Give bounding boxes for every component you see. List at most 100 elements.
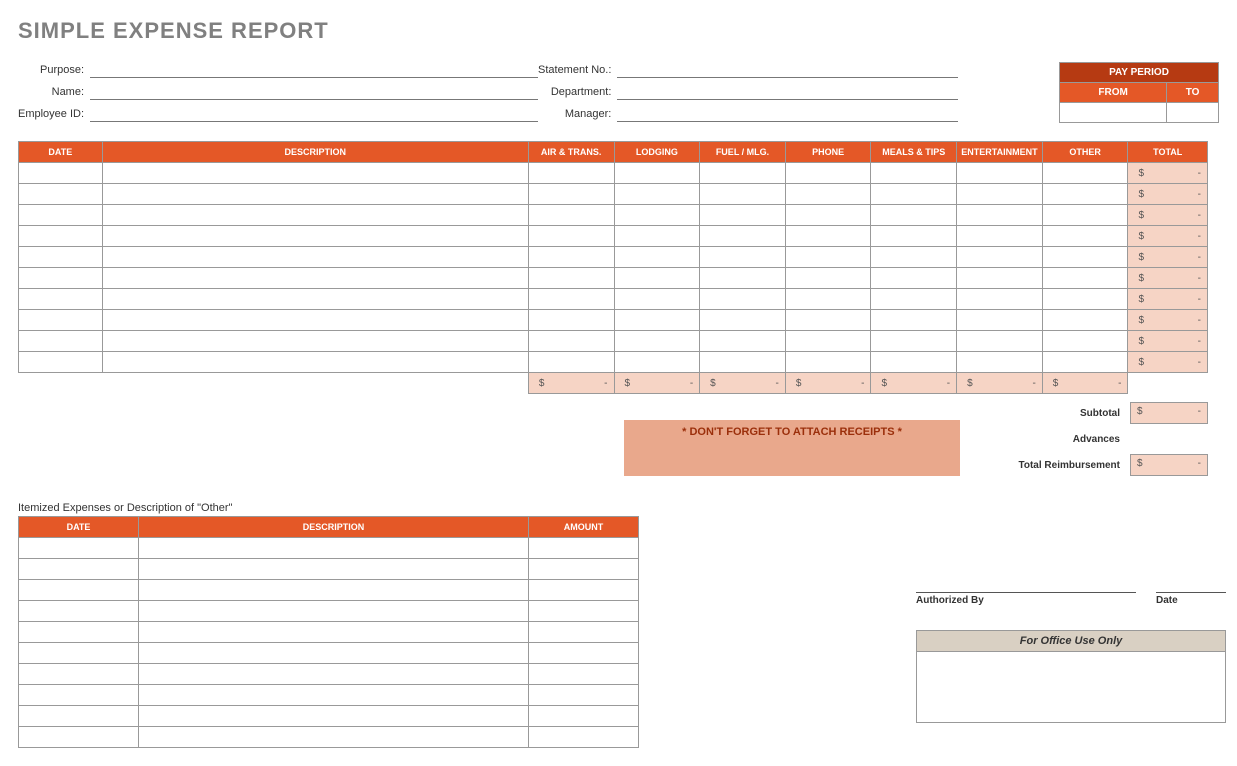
expense-cell[interactable] [528, 331, 614, 352]
expense-cell[interactable] [528, 268, 614, 289]
expense-cell[interactable] [957, 205, 1043, 226]
expense-cell[interactable] [1042, 205, 1128, 226]
itemized-cell[interactable] [529, 643, 639, 664]
itemized-cell[interactable] [139, 538, 529, 559]
expense-cell[interactable] [19, 247, 103, 268]
expense-cell[interactable] [102, 163, 528, 184]
expense-cell[interactable] [614, 289, 700, 310]
expense-cell[interactable] [528, 247, 614, 268]
expense-cell[interactable] [871, 289, 957, 310]
pay-period-to-value[interactable] [1167, 103, 1219, 123]
advances-value[interactable] [1130, 428, 1208, 450]
itemized-cell[interactable] [139, 706, 529, 727]
expense-cell[interactable] [102, 247, 528, 268]
itemized-cell[interactable] [19, 622, 139, 643]
expense-cell[interactable] [528, 205, 614, 226]
expense-cell[interactable] [1042, 352, 1128, 373]
expense-cell[interactable] [19, 163, 103, 184]
itemized-cell[interactable] [139, 559, 529, 580]
expense-cell[interactable] [614, 268, 700, 289]
expense-cell[interactable] [957, 226, 1043, 247]
expense-cell[interactable] [102, 184, 528, 205]
expense-cell[interactable] [700, 226, 786, 247]
itemized-cell[interactable] [529, 706, 639, 727]
expense-cell[interactable] [614, 226, 700, 247]
expense-cell[interactable] [102, 310, 528, 331]
expense-cell[interactable] [700, 268, 786, 289]
itemized-cell[interactable] [529, 580, 639, 601]
itemized-cell[interactable] [19, 727, 139, 748]
itemized-cell[interactable] [139, 664, 529, 685]
expense-cell[interactable] [957, 310, 1043, 331]
expense-cell[interactable] [700, 331, 786, 352]
itemized-cell[interactable] [529, 622, 639, 643]
itemized-cell[interactable] [19, 580, 139, 601]
expense-cell[interactable] [785, 163, 871, 184]
expense-cell[interactable] [19, 289, 103, 310]
expense-cell[interactable] [871, 163, 957, 184]
itemized-cell[interactable] [139, 643, 529, 664]
itemized-cell[interactable] [139, 601, 529, 622]
expense-cell[interactable] [1042, 163, 1128, 184]
expense-cell[interactable] [19, 331, 103, 352]
input-employee-id[interactable] [90, 106, 538, 122]
itemized-cell[interactable] [19, 601, 139, 622]
expense-cell[interactable] [785, 205, 871, 226]
office-use-body[interactable] [917, 652, 1225, 722]
expense-cell[interactable] [102, 268, 528, 289]
itemized-cell[interactable] [19, 643, 139, 664]
expense-cell[interactable] [785, 352, 871, 373]
expense-cell[interactable] [957, 289, 1043, 310]
itemized-cell[interactable] [139, 622, 529, 643]
itemized-cell[interactable] [529, 538, 639, 559]
expense-cell[interactable] [785, 247, 871, 268]
expense-cell[interactable] [19, 226, 103, 247]
expense-cell[interactable] [871, 184, 957, 205]
expense-cell[interactable] [102, 205, 528, 226]
expense-cell[interactable] [700, 247, 786, 268]
expense-cell[interactable] [871, 310, 957, 331]
expense-cell[interactable] [1042, 247, 1128, 268]
pay-period-from-value[interactable] [1060, 103, 1167, 123]
expense-cell[interactable] [19, 352, 103, 373]
expense-cell[interactable] [700, 310, 786, 331]
expense-cell[interactable] [1042, 289, 1128, 310]
expense-cell[interactable] [785, 331, 871, 352]
auth-date-line[interactable] [1156, 592, 1226, 593]
expense-cell[interactable] [1042, 184, 1128, 205]
input-purpose[interactable] [90, 62, 538, 78]
expense-cell[interactable] [102, 226, 528, 247]
expense-cell[interactable] [102, 289, 528, 310]
expense-cell[interactable] [1042, 310, 1128, 331]
expense-cell[interactable] [785, 226, 871, 247]
expense-cell[interactable] [19, 310, 103, 331]
expense-cell[interactable] [700, 352, 786, 373]
expense-cell[interactable] [957, 331, 1043, 352]
expense-cell[interactable] [614, 331, 700, 352]
itemized-cell[interactable] [139, 580, 529, 601]
input-name[interactable] [90, 84, 538, 100]
expense-cell[interactable] [785, 289, 871, 310]
expense-cell[interactable] [957, 268, 1043, 289]
expense-cell[interactable] [785, 184, 871, 205]
expense-cell[interactable] [1042, 268, 1128, 289]
expense-cell[interactable] [614, 163, 700, 184]
expense-cell[interactable] [1042, 226, 1128, 247]
expense-cell[interactable] [957, 163, 1043, 184]
expense-cell[interactable] [957, 184, 1043, 205]
itemized-cell[interactable] [529, 727, 639, 748]
expense-cell[interactable] [528, 289, 614, 310]
itemized-cell[interactable] [529, 664, 639, 685]
expense-cell[interactable] [19, 205, 103, 226]
expense-cell[interactable] [871, 352, 957, 373]
input-department[interactable] [617, 84, 958, 100]
expense-cell[interactable] [614, 310, 700, 331]
expense-cell[interactable] [700, 163, 786, 184]
itemized-cell[interactable] [139, 727, 529, 748]
itemized-cell[interactable] [19, 559, 139, 580]
itemized-cell[interactable] [19, 706, 139, 727]
itemized-cell[interactable] [19, 685, 139, 706]
expense-cell[interactable] [871, 247, 957, 268]
expense-cell[interactable] [102, 352, 528, 373]
expense-cell[interactable] [957, 352, 1043, 373]
